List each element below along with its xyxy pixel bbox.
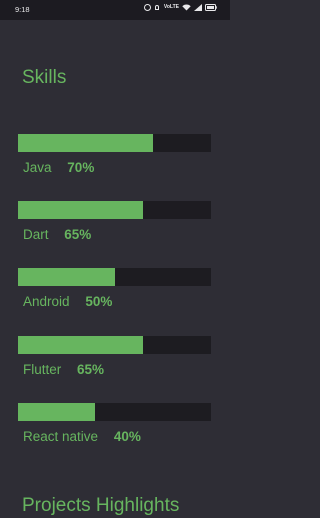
skill-percent: 65% bbox=[77, 362, 105, 377]
skill-label: Android 50% bbox=[23, 294, 112, 310]
signal-icon bbox=[194, 4, 202, 11]
skill-progress-fill bbox=[18, 336, 144, 354]
skill-label: Java 70% bbox=[23, 160, 94, 176]
skill-name: Java bbox=[23, 160, 52, 175]
skill-progress-track bbox=[18, 134, 211, 152]
data-icon: VoLTE bbox=[163, 4, 179, 10]
skill-progress-fill bbox=[18, 268, 115, 286]
status-icons: VoLTE bbox=[143, 4, 217, 11]
skill-progress-track bbox=[18, 403, 211, 421]
status-bar: 9:18 VoLTE bbox=[0, 0, 230, 20]
alarm-icon bbox=[143, 4, 151, 11]
skill-progress-track bbox=[18, 268, 211, 286]
skill-name: Flutter bbox=[23, 362, 62, 377]
skill-name: Dart bbox=[23, 227, 49, 242]
skill-progress-fill bbox=[18, 403, 96, 421]
skill-name: Android bbox=[23, 294, 70, 309]
skill-progress-track bbox=[18, 336, 211, 354]
skills-title: Skills bbox=[22, 67, 67, 88]
skill-percent: 70% bbox=[67, 160, 95, 175]
skill-progress-fill bbox=[18, 201, 144, 219]
skill-label: Flutter 65% bbox=[23, 362, 104, 378]
skill-label: Dart 65% bbox=[23, 227, 91, 243]
skill-name: React native bbox=[23, 429, 99, 444]
skill-percent: 40% bbox=[113, 429, 141, 444]
skill-progress-fill bbox=[18, 134, 154, 152]
status-time: 9:18 bbox=[15, 5, 30, 14]
skill-percent: 65% bbox=[64, 227, 92, 242]
battery-icon bbox=[205, 4, 217, 11]
skill-label: React native 40% bbox=[23, 429, 141, 445]
skill-progress-track bbox=[18, 201, 211, 219]
skill-percent: 50% bbox=[85, 294, 113, 309]
mute-icon bbox=[154, 4, 161, 11]
projects-title: Projects Highlights bbox=[22, 495, 180, 516]
wifi-icon bbox=[182, 4, 191, 11]
